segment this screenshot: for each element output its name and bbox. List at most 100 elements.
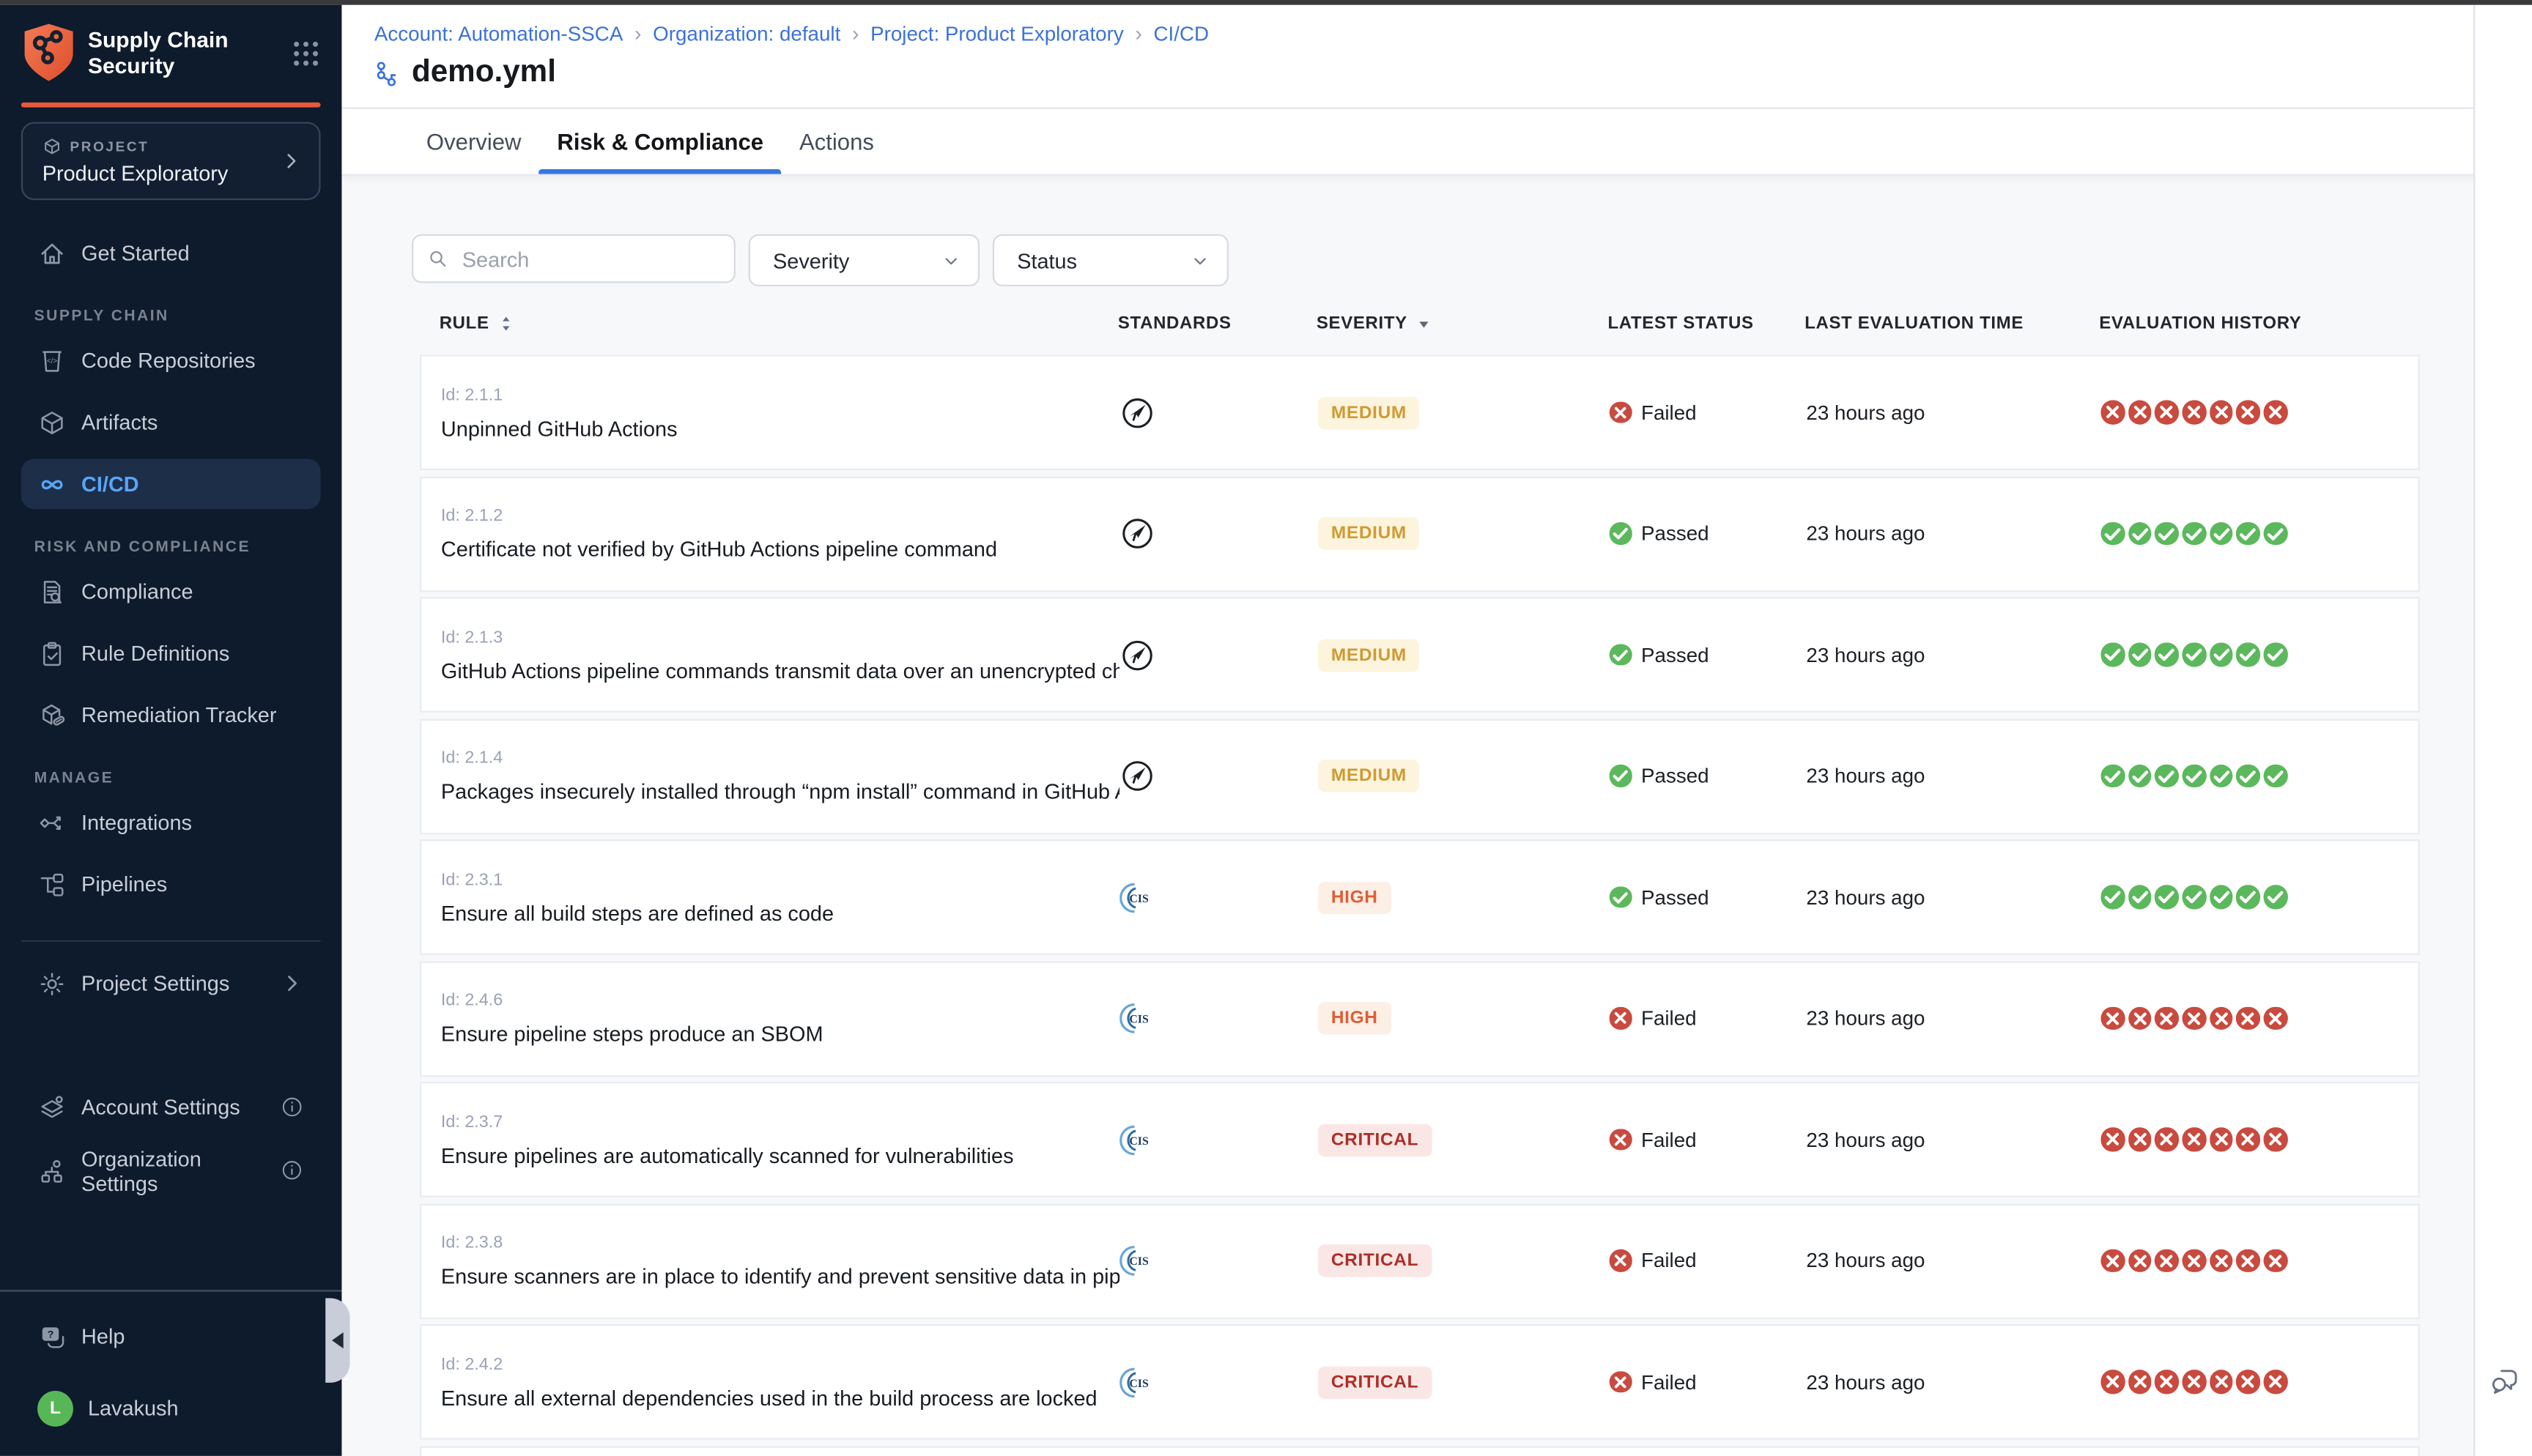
history-fail-icon [2128, 1128, 2152, 1151]
history-pass-icon [2100, 885, 2124, 909]
rule-id: Id: 2.1.3 [441, 627, 503, 647]
standards-cell: CIS [1119, 1447, 1318, 1456]
sidebar-item-organization-settings[interactable]: Organization Settings [21, 1145, 321, 1196]
standards-cell [1119, 478, 1318, 590]
breadcrumb-separator: › [852, 21, 859, 45]
rule-name: Ensure all external dependencies used in… [441, 1385, 1097, 1409]
history-pass-icon [2183, 643, 2206, 666]
table-row[interactable]: Id: 2.1.3 GitHub Actions pipeline comman… [420, 597, 2420, 713]
history-fail-icon [2237, 1128, 2260, 1151]
module-grid-icon[interactable] [289, 37, 322, 70]
history-fail-icon [2264, 1006, 2287, 1030]
history-pass-icon [2264, 885, 2287, 909]
column-header-severity[interactable]: SEVERITY [1317, 314, 1608, 334]
breadcrumb-link[interactable]: Project: Product Exploratory [870, 22, 1124, 45]
column-header-rule[interactable]: RULE [420, 314, 1118, 334]
sidebar-item-rule-definitions[interactable]: Rule Definitions [21, 628, 321, 678]
tab-risk-compliance[interactable]: Risk & Compliance [539, 109, 782, 174]
sidebar-item-get-started[interactable]: Get Started [21, 228, 321, 278]
evaluation-time: 23 hours ago [1806, 1249, 1925, 1272]
history-fail-icon [2237, 1370, 2260, 1394]
history-fail-icon [2155, 401, 2179, 424]
table-row[interactable]: Id: 2.3.7 Ensure pipelines are automatic… [420, 1082, 2420, 1197]
rule-id: Id: 2.4.6 [441, 991, 503, 1011]
info-icon[interactable] [281, 1158, 305, 1182]
breadcrumb-link[interactable]: Organization: default [653, 22, 840, 45]
rule-cell: Id: 2.1.1 Unpinned GitHub Actions [421, 356, 1119, 468]
sidebar-item-project-settings[interactable]: Project Settings [21, 958, 321, 1009]
evaluation-time: 23 hours ago [1806, 522, 1925, 545]
table-row[interactable]: Id: 2.4.6 Ensure pipeline steps produce … [420, 961, 2420, 1077]
github-actions-standard-icon [1119, 637, 1155, 673]
standards-cell [1119, 598, 1318, 710]
history-fail-icon [2210, 401, 2233, 424]
search-box[interactable] [412, 234, 736, 283]
history-pass-icon [2183, 764, 2206, 787]
history-pass-icon [2155, 643, 2179, 666]
sidebar-item-help[interactable]: ? Help [21, 1311, 321, 1362]
history-pass-icon [2128, 764, 2152, 787]
history-fail-icon [2155, 1370, 2179, 1394]
table-body: Id: 2.1.1 Unpinned GitHub Actions MEDIUM… [420, 354, 2420, 1456]
severity-badge: MEDIUM [1318, 517, 1420, 549]
severity-filter-dropdown[interactable]: Severity [749, 234, 980, 286]
table-row[interactable]: Id: 2.1.1 Unpinned GitHub Actions MEDIUM… [420, 354, 2420, 470]
chevron-right-icon [280, 149, 303, 172]
evaluation-time: 23 hours ago [1806, 1370, 1925, 1393]
history-pass-icon [2264, 764, 2287, 787]
last-evaluation-time-cell: 23 hours ago [1806, 841, 2100, 953]
history-pass-icon [2237, 764, 2260, 787]
evaluation-history-cell [2100, 962, 2418, 1074]
tab-actions[interactable]: Actions [782, 109, 892, 174]
sidebar-item-ci-cd[interactable]: CI/CD [21, 458, 321, 509]
history-fail-icon [2128, 1249, 2152, 1272]
breadcrumb-link[interactable]: Account: Automation-SSCA [374, 22, 623, 45]
evaluation-history-cell [2100, 598, 2418, 710]
history-fail-icon [2264, 401, 2287, 424]
table-row[interactable]: Id: 2.3.8 Ensure scanners are in place t… [420, 1203, 2420, 1319]
severity-cell: HIGH [1318, 841, 1610, 953]
sidebar-item-compliance[interactable]: Compliance [21, 566, 321, 617]
sidebar-item-integrations[interactable]: Integrations [21, 797, 321, 847]
standards-cell [1119, 720, 1318, 832]
cis-standard-icon: CIS [1119, 1121, 1155, 1157]
history-fail-icon [2210, 1370, 2233, 1394]
sidebar-collapse-handle[interactable] [325, 1298, 349, 1382]
sort-desc-icon[interactable] [1414, 314, 1434, 334]
evaluation-history-cell [2100, 356, 2418, 468]
info-icon[interactable] [280, 1095, 304, 1119]
standards-cell: CIS [1119, 962, 1318, 1074]
sidebar-item-pipelines[interactable]: Pipelines [21, 859, 321, 910]
table-row[interactable]: Id: 2.1.4 Packages insecurely installed … [420, 718, 2420, 834]
sort-icon[interactable] [496, 314, 516, 334]
home-icon [37, 238, 67, 267]
search-input[interactable] [459, 245, 721, 272]
tab-overview[interactable]: Overview [408, 109, 538, 174]
rule-cell: Id: 3.1.7 [421, 1447, 1119, 1456]
user-name: Lavakush [88, 1396, 179, 1420]
standards-cell: CIS [1119, 1326, 1318, 1438]
collapse-left-arrow-icon [332, 1332, 344, 1348]
status-filter-dropdown[interactable]: Status [993, 234, 1229, 286]
table-row[interactable]: Id: 2.1.2 Certificate not verified by Gi… [420, 476, 2420, 592]
sidebar-item-account-settings[interactable]: Account Settings [21, 1082, 321, 1132]
severity-cell: CRITICAL [1318, 1447, 1610, 1456]
table-row[interactable]: Id: 2.3.1 Ensure all build steps are def… [420, 839, 2420, 955]
table-row[interactable]: Id: 3.1.7 CIS CRITICAL Failed 23 hours a… [420, 1445, 2420, 1455]
project-selector[interactable]: PROJECT Product Exploratory [21, 122, 321, 201]
breadcrumb-link[interactable]: CI/CD [1153, 22, 1209, 45]
severity-cell: MEDIUM [1318, 478, 1610, 590]
history-pass-icon [2128, 885, 2152, 909]
remediation-icon [37, 700, 67, 729]
status-label: Passed [1641, 522, 1709, 545]
history-fail-icon [2100, 401, 2124, 424]
sidebar-item-artifacts[interactable]: Artifacts [21, 397, 321, 447]
sidebar-item-code-repositories[interactable]: </>Code Repositories [21, 335, 321, 386]
nav-section-label: SUPPLY CHAIN [34, 308, 342, 325]
user-menu[interactable]: L Lavakush [21, 1383, 321, 1433]
table-row[interactable]: Id: 2.4.2 Ensure all external dependenci… [420, 1324, 2420, 1440]
chat-support-icon[interactable] [2488, 1365, 2520, 1397]
sidebar-item-remediation-tracker[interactable]: Remediation Tracker [21, 690, 321, 740]
history-fail-icon [2155, 1006, 2179, 1030]
column-header-evaluation-history: EVALUATION HISTORY [2099, 314, 2420, 334]
